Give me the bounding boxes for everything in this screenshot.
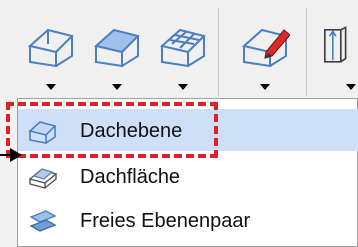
roof-surface-icon	[28, 168, 58, 189]
annotation-highlight-box	[6, 102, 218, 158]
chevron-down-icon[interactable]	[112, 84, 122, 90]
chevron-down-icon[interactable]	[260, 84, 270, 90]
pointer-arrow-icon	[0, 148, 22, 162]
free-plane-pair-icon	[29, 210, 57, 232]
menu-item-freies-ebenenpaar[interactable]: Freies Ebenenpaar	[18, 199, 358, 241]
roof-surface-tool-button[interactable]	[84, 12, 148, 98]
house-pencil-icon	[241, 28, 290, 68]
house-rafter-icon	[159, 28, 206, 68]
column-tool-button[interactable]	[316, 12, 358, 98]
house-roof-icon	[27, 28, 74, 68]
chevron-down-icon[interactable]	[46, 84, 56, 90]
roof-edit-tool-button[interactable]	[232, 12, 296, 98]
chevron-down-icon[interactable]	[178, 84, 188, 90]
menu-item-label: Freies Ebenenpaar	[80, 210, 251, 232]
toolbar	[0, 0, 358, 100]
toolbar-separator	[306, 8, 307, 96]
roof-plane-tool-button[interactable]	[18, 12, 82, 98]
menu-item-label: Dachfläche	[80, 166, 181, 188]
roof-rafter-tool-button[interactable]	[150, 12, 214, 98]
column-icon	[324, 26, 347, 63]
menu-item-dachflaeche[interactable]: Dachfläche	[18, 155, 358, 197]
chevron-down-icon[interactable]	[346, 84, 356, 90]
toolbar-separator	[218, 8, 219, 96]
house-roof-filled-icon	[93, 28, 140, 68]
